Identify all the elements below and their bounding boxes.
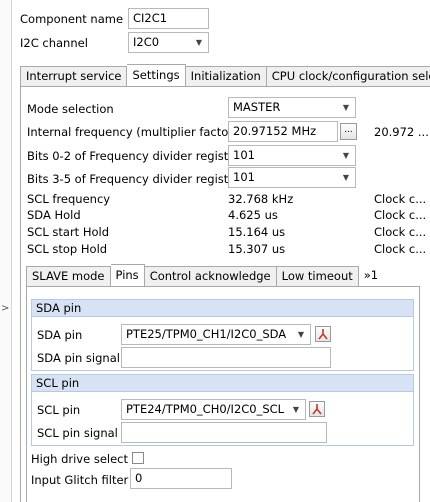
scl-pin-select[interactable]: PTE24/TPM0_CH0/I2C0_SCL ▼ — [121, 399, 306, 420]
scl-start-hold-value: 15.164 us — [228, 225, 286, 239]
chevron-down-icon: ▼ — [297, 330, 305, 339]
i2c-channel-value: I2C0 — [133, 35, 160, 49]
sda-pin-routing-button[interactable] — [315, 326, 331, 342]
bits02-value: 101 — [233, 148, 255, 162]
bits02-select[interactable]: 101 ▼ — [228, 145, 356, 166]
pin-routing-icon — [318, 329, 328, 340]
scl-start-hold-extra: Clock c... — [374, 225, 427, 239]
i2c-channel-label: I2C channel — [20, 36, 88, 50]
scl-pin-signal-label: SCL pin signal — [37, 426, 118, 440]
left-panel-strip — [0, 0, 12, 502]
main-tab-bar: Interrupt service Settings Initializatio… — [20, 64, 430, 87]
mode-selection-value: MASTER — [233, 100, 281, 114]
tab-settings[interactable]: Settings — [127, 64, 186, 87]
bits35-label: Bits 3-5 of Frequency divider register — [27, 172, 241, 186]
mode-selection-select[interactable]: MASTER ▼ — [228, 97, 356, 118]
i2c-channel-select[interactable]: I2C0 ▼ — [128, 32, 209, 53]
scl-start-hold-label: SCL start Hold — [27, 225, 110, 239]
scl-pin-value: PTE24/TPM0_CH0/I2C0_SCL — [126, 402, 285, 416]
tab-slave-mode[interactable]: SLAVE mode — [26, 266, 111, 287]
scl-stop-hold-extra: Clock c... — [374, 242, 427, 256]
chevron-down-icon: ▼ — [342, 103, 350, 112]
tab-interrupt-service[interactable]: Interrupt service — [20, 66, 128, 87]
sda-pin-value: PTE25/TPM0_CH1/I2C0_SDA — [126, 327, 287, 341]
chevron-down-icon: ▼ — [342, 173, 350, 182]
input-glitch-filter-input[interactable]: 0 — [130, 468, 232, 489]
sda-hold-value: 4.625 us — [228, 208, 278, 222]
bits35-select[interactable]: 101 ▼ — [228, 167, 356, 188]
sda-hold-extra: Clock c... — [374, 208, 427, 222]
sda-group-header: SDA pin — [31, 299, 414, 317]
scl-group-header: SCL pin — [31, 374, 414, 392]
sda-pin-signal-label: SDA pin signal — [37, 351, 120, 365]
pin-routing-icon — [312, 404, 322, 415]
sda-pin-label: SDA pin — [37, 328, 83, 342]
more-tabs-button[interactable]: »1 — [359, 266, 383, 287]
scl-frequency-label: SCL frequency — [27, 192, 111, 206]
internal-frequency-input[interactable]: 20.97152 MHz — [228, 121, 338, 142]
scl-frequency-value: 32.768 kHz — [228, 192, 294, 206]
chevron-down-icon: ▼ — [342, 151, 350, 160]
scl-stop-hold-value: 15.307 us — [228, 242, 286, 256]
tab-control-acknowledge[interactable]: Control acknowledge — [144, 266, 277, 287]
sub-tab-bar: SLAVE mode Pins Control acknowledge Low … — [26, 264, 383, 287]
bits02-label: Bits 0-2 of Frequency divider register — [27, 149, 241, 163]
tab-low-timeout[interactable]: Low timeout — [276, 266, 359, 287]
component-name-label: Component name — [20, 12, 124, 26]
sda-hold-label: SDA Hold — [27, 208, 81, 222]
sda-pin-signal-input[interactable] — [121, 347, 331, 368]
bits35-value: 101 — [233, 170, 255, 184]
internal-frequency-browse-button[interactable]: ... — [340, 123, 357, 140]
sda-pin-select[interactable]: PTE25/TPM0_CH1/I2C0_SDA ▼ — [121, 324, 311, 345]
expand-arrow-icon[interactable]: > — [1, 303, 9, 314]
tab-cpu-clock[interactable]: CPU clock/configuration sele — [266, 66, 430, 87]
high-drive-select-checkbox[interactable] — [132, 452, 144, 464]
mode-selection-label: Mode selection — [27, 102, 114, 116]
scl-pin-signal-input[interactable] — [121, 422, 327, 443]
internal-frequency-extra: 20.972 ... — [374, 125, 429, 139]
scl-pin-routing-button[interactable] — [309, 401, 325, 417]
scl-frequency-extra: Clock c... — [374, 192, 427, 206]
scl-pin-label: SCL pin — [37, 403, 81, 417]
scl-stop-hold-label: SCL stop Hold — [27, 242, 108, 256]
tab-initialization[interactable]: Initialization — [185, 66, 267, 87]
input-glitch-filter-label: Input Glitch filter — [31, 473, 129, 487]
high-drive-select-label: High drive select — [31, 452, 129, 466]
internal-frequency-label: Internal frequency (multiplier factor) — [27, 125, 238, 139]
component-name-input[interactable]: CI2C1 — [128, 8, 209, 29]
chevron-down-icon: ▼ — [195, 38, 203, 47]
tab-pins[interactable]: Pins — [110, 264, 145, 287]
chevron-down-icon: ▼ — [292, 405, 300, 414]
